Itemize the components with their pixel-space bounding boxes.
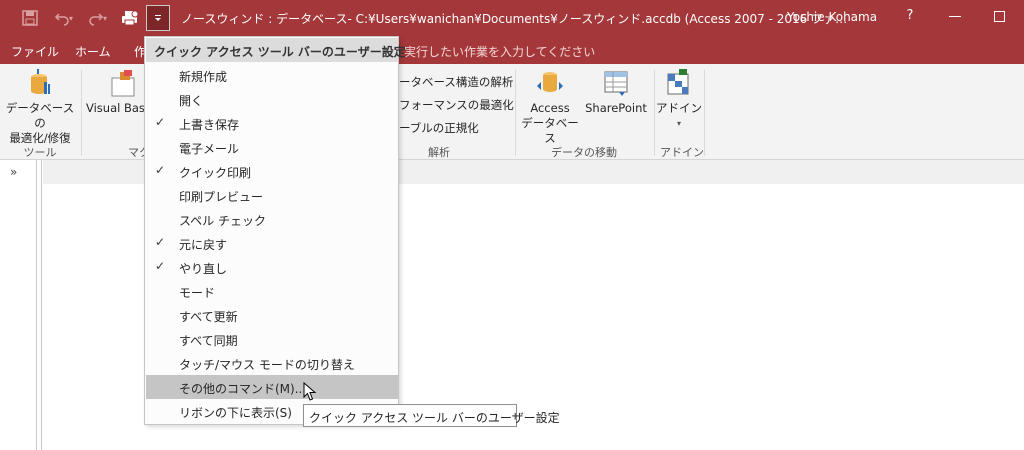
checkmark-icon: ✓ (155, 259, 166, 273)
access-database-icon (537, 72, 563, 92)
navigation-pane-border (36, 160, 42, 450)
checkmark-icon: ✓ (155, 115, 166, 129)
ribbon-separator (81, 70, 82, 156)
menu-item[interactable]: ✓ 上書き保存 (146, 111, 398, 135)
addins-button[interactable]: アドイン ▾ (656, 68, 702, 131)
menu-item[interactable]: ✓ やり直し (146, 255, 398, 279)
group-label-analyze: 解析 (428, 146, 450, 159)
menu-item[interactable]: すべて更新 (146, 303, 398, 327)
menu-item[interactable]: 印刷プレビュー (146, 183, 398, 207)
addins-grid-icon (667, 69, 689, 95)
access-database-label: Access データベース (521, 101, 579, 145)
normalize-table-button[interactable]: ーブルの正規化 (399, 120, 479, 136)
tell-me-search[interactable]: 実行したい作業を入力してください (404, 43, 595, 60)
menu-item-label: すべて同期 (179, 334, 238, 348)
sharepoint-list-icon (604, 71, 628, 96)
redo-dropdown-icon[interactable]: ▾ (100, 6, 110, 30)
menu-item[interactable]: スペル チェック (146, 207, 398, 231)
analyze-structure-button[interactable]: ータベース構造の解析 (399, 74, 513, 90)
menu-item[interactable]: タッチ/マウス モードの切り替え (146, 351, 398, 375)
ribbon-separator (515, 70, 516, 156)
sharepoint-label: SharePoint (585, 101, 647, 115)
window-title: ノースウィンド : データベース- C:¥Users¥wanichan¥Docu… (181, 12, 848, 26)
menu-item-label: やり直し (179, 262, 228, 276)
minimize-button[interactable] (949, 16, 961, 17)
menu-item-label: モード (179, 286, 216, 300)
compact-repair-label: データベースの 最適化/修復 (5, 101, 75, 145)
checkmark-icon: ✓ (155, 163, 166, 177)
addins-dropdown-icon: ▾ (676, 119, 681, 128)
menu-item-label: リボンの下に表示(S) (179, 406, 292, 420)
menu-item[interactable]: ✓ 元に戻す (146, 231, 398, 255)
user-name[interactable]: Yoshie Kohama (787, 10, 877, 24)
menu-item-label: 新規作成 (179, 70, 228, 84)
menu-item[interactable]: モード (146, 279, 398, 303)
menu-item[interactable]: ✓ クイック印刷 (146, 159, 398, 183)
maximize-button[interactable] (994, 11, 1005, 22)
menu-item-label: タッチ/マウス モードの切り替え (179, 358, 355, 372)
customize-qat-button[interactable] (146, 5, 170, 31)
compact-repair-button[interactable]: データベースの 最適化/修復 (4, 68, 76, 146)
sharepoint-button[interactable]: SharePoint (582, 68, 650, 116)
menu-item[interactable]: 新規作成 (146, 63, 398, 87)
analyze-performance-button[interactable]: フォーマンスの最適化 (399, 97, 514, 113)
group-label-addins: アドイン (660, 146, 704, 159)
checkmark-icon: ✓ (155, 235, 166, 249)
group-label-tools: ツール (23, 146, 57, 159)
tab-home[interactable]: ホーム (75, 43, 111, 60)
menu-header: クイック アクセス ツール バーのユーザー設定 (146, 38, 406, 62)
undo-dropdown-icon[interactable]: ▾ (66, 6, 76, 30)
menu-item-label: クイック印刷 (179, 166, 252, 180)
mouse-cursor-icon (303, 382, 317, 401)
addins-label: アドイン (656, 101, 702, 115)
menu-item[interactable]: すべて同期 (146, 327, 398, 351)
menu-item-label: 印刷プレビュー (179, 190, 264, 204)
ribbon-separator (654, 70, 655, 156)
ribbon-separator (704, 70, 705, 156)
nav-pane-toggle[interactable]: » (10, 165, 17, 179)
menu-item-label: 電子メール (179, 142, 240, 156)
title-bar: ▾ ▾ ノースウィンド : データベース- C:¥Users¥wanichan¥… (0, 0, 1024, 36)
quick-print-icon[interactable] (118, 6, 142, 30)
access-database-button[interactable]: Access データベース (518, 68, 582, 146)
visual-basic-button[interactable]: Visual Bas (86, 68, 146, 116)
menu-item-label: すべて更新 (179, 310, 238, 324)
menu-item[interactable]: 開く (146, 87, 398, 111)
menu-item-label: その他のコマンド(M)... (179, 382, 307, 396)
qat-customize-menu: クイック アクセス ツール バーのユーザー設定 新規作成開く ✓ 上書き保存電子メー… (144, 36, 406, 425)
group-label-move-data: データの移動 (551, 146, 617, 159)
tooltip: クイック アクセス ツール バーのユーザー設定 (303, 404, 560, 427)
help-button[interactable]: ? (902, 8, 918, 23)
menu-item-label: 開く (179, 94, 204, 108)
database-repair-icon (31, 69, 50, 94)
menu-item-more-commands[interactable]: その他のコマンド(M)... (146, 375, 398, 399)
menu-item-label: 上書き保存 (179, 118, 240, 132)
tab-file[interactable]: ファイル (11, 43, 59, 60)
menu-item[interactable]: 電子メール (146, 135, 398, 159)
menu-item-label: スペル チェック (179, 214, 266, 228)
menu-item-label: 元に戻す (179, 238, 228, 252)
visual-basic-label: Visual Bas (86, 101, 145, 115)
visual-basic-icon (111, 70, 135, 97)
save-icon[interactable] (18, 6, 42, 30)
